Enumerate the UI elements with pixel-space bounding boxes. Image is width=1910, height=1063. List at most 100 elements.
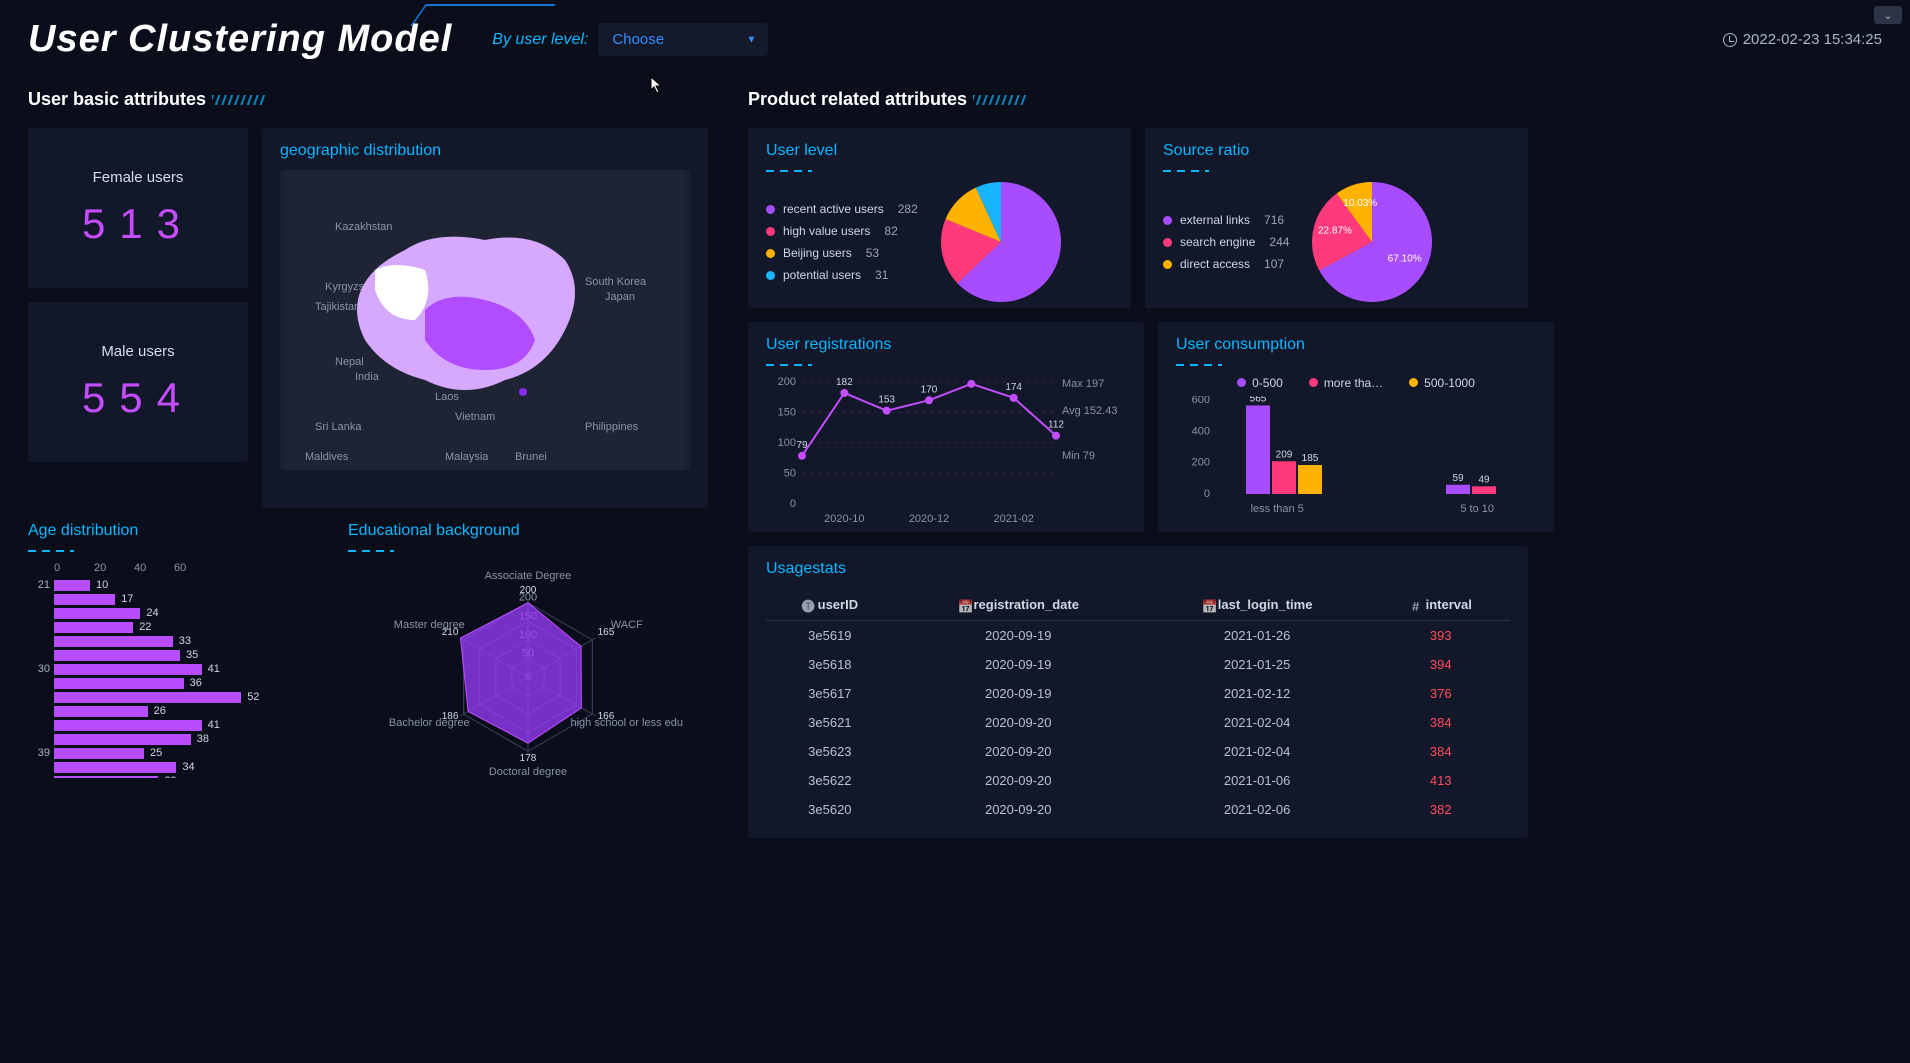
svg-text:209: 209 <box>1276 449 1293 460</box>
legend-item: external links716 <box>1163 213 1289 227</box>
usage-table: 🅣userID📅registration_date📅last_login_tim… <box>766 588 1510 824</box>
svg-text:5 to 10: 5 to 10 <box>1460 503 1494 515</box>
legend-item: recent active users282 <box>766 202 918 216</box>
source-ratio-title: Source ratio <box>1163 142 1510 160</box>
age-bar-row: 17 <box>28 592 324 606</box>
svg-text:Nepal: Nepal <box>335 356 364 368</box>
age-bar-row: 3925 <box>28 746 324 760</box>
svg-text:186: 186 <box>442 711 459 722</box>
svg-text:high school or less edu: high school or less edu <box>570 717 683 729</box>
svg-text:178: 178 <box>520 753 537 764</box>
svg-text:67.10%: 67.10% <box>1388 253 1422 264</box>
page-title: User Clustering Model <box>28 18 452 61</box>
male-value: 554 <box>82 374 194 422</box>
svg-text:59: 59 <box>1452 473 1464 484</box>
svg-text:Tajikistan: Tajikistan <box>315 301 360 313</box>
registrations-title: User registrations <box>766 336 1126 354</box>
usage-panel: Usagestats 🅣userID📅registration_date📅las… <box>748 546 1528 838</box>
table-row[interactable]: 3e56182020-09-192021-01-25394 <box>766 650 1510 679</box>
age-bar-row: 22 <box>28 620 324 634</box>
user-level-title: User level <box>766 142 1113 160</box>
stripes-icon <box>973 95 1027 105</box>
svg-text:Philippines: Philippines <box>585 421 639 433</box>
source-ratio-pie[interactable]: 67.10% 22.87% 10.03% <box>1307 177 1437 307</box>
svg-text:200: 200 <box>520 585 537 596</box>
table-row[interactable]: 3e56202020-09-202021-02-06382 <box>766 795 1510 824</box>
edu-panel: Educational background 050100150200Assoc… <box>348 522 708 792</box>
svg-text:Associate Degree: Associate Degree <box>485 570 572 582</box>
table-row[interactable]: 3e56192020-09-192021-01-26393 <box>766 621 1510 651</box>
svg-text:200: 200 <box>778 376 796 388</box>
age-bar-row: 38 <box>28 732 324 746</box>
user-level-pie[interactable] <box>936 177 1066 307</box>
table-row[interactable]: 3e56222020-09-202021-01-06413 <box>766 766 1510 795</box>
age-x-axis: 0204060 <box>28 562 324 574</box>
usage-col-last_login_time[interactable]: 📅last_login_time <box>1143 588 1372 621</box>
filter: By user level: Choose ▼ <box>492 23 768 56</box>
map-title: geographic distribution <box>280 142 690 160</box>
svg-text:50: 50 <box>784 468 796 480</box>
age-bar-row: 36 <box>28 676 324 690</box>
edu-radar-chart[interactable]: 050100150200Associate Degree200WACF165hi… <box>348 562 708 782</box>
svg-text:Max 197: Max 197 <box>1062 378 1104 390</box>
svg-text:79: 79 <box>796 440 808 451</box>
registrations-chart[interactable]: 050100150200791821531701971741122020-102… <box>766 376 1126 526</box>
usage-col-registration_date[interactable]: 📅registration_date <box>894 588 1143 621</box>
age-bar-row: 33 <box>28 634 324 648</box>
svg-text:Kazakhstan: Kazakhstan <box>335 221 392 233</box>
column-type-icon: 📅 <box>1202 599 1214 611</box>
male-users-card: Male users 554 <box>28 302 248 462</box>
svg-text:10.03%: 10.03% <box>1344 198 1378 209</box>
legend-item: Beijing users53 <box>766 246 918 260</box>
svg-text:Avg 152.43: Avg 152.43 <box>1062 405 1117 417</box>
table-row[interactable]: 3e56172020-09-192021-02-12376 <box>766 679 1510 708</box>
svg-text:174: 174 <box>1005 382 1022 393</box>
legend-item: direct access107 <box>1163 257 1289 271</box>
svg-text:India: India <box>355 371 380 383</box>
svg-text:22.87%: 22.87% <box>1318 226 1352 237</box>
age-bar-row: 29 <box>28 774 324 778</box>
svg-text:less than 5: less than 5 <box>1251 503 1304 515</box>
svg-text:Sri Lanka: Sri Lanka <box>315 421 362 433</box>
usage-title: Usagestats <box>766 560 1510 578</box>
age-bar-row: 41 <box>28 718 324 732</box>
legend-item: search engine244 <box>1163 235 1289 249</box>
usage-col-userID[interactable]: 🅣userID <box>766 588 894 621</box>
svg-text:182: 182 <box>836 377 853 388</box>
age-chart[interactable]: 2110172422333530413652264138392534292326… <box>28 578 324 778</box>
svg-text:165: 165 <box>598 627 615 638</box>
svg-text:150: 150 <box>778 407 796 419</box>
age-bar-row: 2110 <box>28 578 324 592</box>
filter-label: By user level: <box>492 31 588 49</box>
svg-text:200: 200 <box>1192 457 1210 469</box>
usage-col-interval[interactable]: #interval <box>1371 588 1510 621</box>
map-panel: geographic distribution Kazakhstan Mongo… <box>262 128 708 508</box>
svg-text:112: 112 <box>1048 420 1064 431</box>
svg-text:100: 100 <box>778 437 796 449</box>
registrations-panel: User registrations 050100150200791821531… <box>748 322 1144 532</box>
svg-text:2021-02: 2021-02 <box>993 513 1033 525</box>
svg-text:2020-10: 2020-10 <box>824 513 864 525</box>
consumption-legend: 0-500more tha…500-1000 <box>1176 376 1536 390</box>
svg-text:Maldives: Maldives <box>305 451 349 463</box>
column-type-icon: 📅 <box>957 599 969 611</box>
svg-text:Brunei: Brunei <box>515 451 547 463</box>
table-row[interactable]: 3e56212020-09-202021-02-04384 <box>766 708 1510 737</box>
female-label: Female users <box>93 169 184 186</box>
map[interactable]: Kazakhstan Mongolia Kyrgyzstan Tajikista… <box>280 170 690 470</box>
column-type-icon: 🅣 <box>802 596 814 608</box>
user-level-select[interactable]: Choose <box>598 23 768 56</box>
female-users-card: Female users 513 <box>28 128 248 288</box>
svg-text:Malaysia: Malaysia <box>445 451 489 463</box>
svg-text:49: 49 <box>1478 474 1490 485</box>
svg-text:166: 166 <box>598 711 615 722</box>
consumption-chart[interactable]: 0200400600565209185less than 559495 to 1… <box>1176 396 1536 516</box>
table-row[interactable]: 3e56232020-09-202021-02-04384 <box>766 737 1510 766</box>
consumption-panel: User consumption 0-500more tha…500-1000 … <box>1158 322 1554 532</box>
svg-text:153: 153 <box>878 395 895 406</box>
svg-text:Vietnam: Vietnam <box>455 411 495 423</box>
age-bar-row: 24 <box>28 606 324 620</box>
age-title: Age distribution <box>28 522 324 540</box>
svg-text:Min 79: Min 79 <box>1062 450 1095 462</box>
clock-icon <box>1723 33 1737 47</box>
